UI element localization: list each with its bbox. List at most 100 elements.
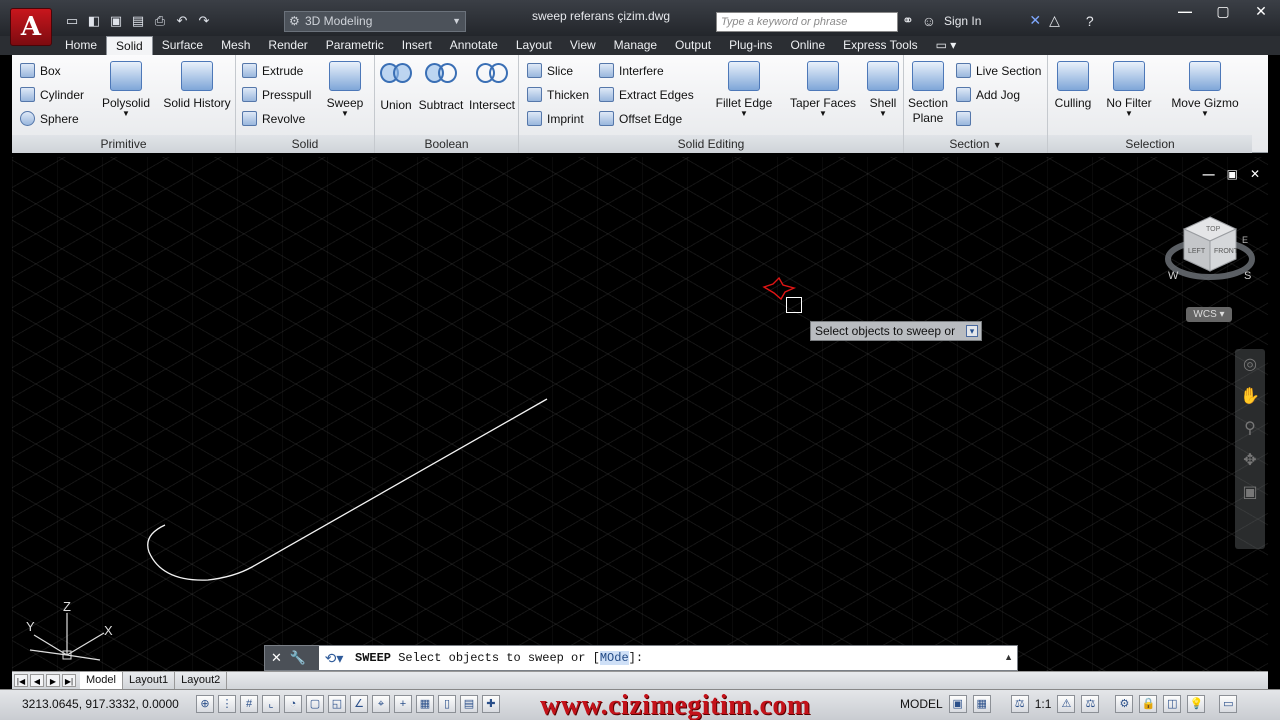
annotation-scale-icon[interactable]: ⚖	[1010, 695, 1029, 713]
grid-icon[interactable]: #	[240, 695, 258, 713]
first-layout-icon[interactable]: |◀	[14, 674, 28, 687]
polysolid-button[interactable]: Polysolid ▼	[96, 61, 156, 118]
arrow-down-icon[interactable]: ▾	[966, 325, 978, 337]
tab-surface[interactable]: Surface	[153, 36, 212, 55]
next-layout-icon[interactable]: ▶	[46, 674, 60, 687]
pan-icon[interactable]: ✋	[1235, 381, 1265, 413]
command-prompt[interactable]: SWEEP Select objects to sweep or [MOde]:	[355, 646, 643, 670]
wrench-icon[interactable]: 🔧	[290, 650, 306, 666]
taper-faces-button[interactable]: Taper Faces ▼	[785, 61, 861, 118]
tab-plug-ins[interactable]: Plug-ins	[720, 36, 781, 55]
3d-osnap-icon[interactable]: ◱	[328, 695, 346, 713]
coordinates-readout[interactable]: 3213.0645, 917.3332, 0.0000	[22, 697, 179, 711]
zoom-icon[interactable]: ⚲	[1235, 413, 1265, 445]
section-extra-button[interactable]	[956, 111, 971, 126]
extrude-button[interactable]: Extrude	[242, 63, 303, 78]
model-space-label[interactable]: MODEL	[900, 697, 943, 711]
polar-icon[interactable]: ◔	[284, 695, 302, 713]
annotation-scale-value[interactable]: 1:1	[1035, 697, 1052, 711]
quick-view-layouts-icon[interactable]: ▣	[948, 695, 967, 713]
sphere-button[interactable]: Sphere	[20, 111, 79, 126]
union-button[interactable]: Union	[377, 63, 415, 112]
quick-properties-icon[interactable]: ▤	[460, 695, 478, 713]
annotation-visibility-icon[interactable]: ⚠	[1057, 695, 1076, 713]
wcs-menu[interactable]: WCS ▾	[1186, 307, 1232, 322]
thicken-button[interactable]: Thicken	[527, 87, 589, 102]
tab-layout[interactable]: Layout	[507, 36, 561, 55]
undo-icon[interactable]: ↶	[172, 12, 192, 30]
drawing-area[interactable]: — ▣ ✕ Select objects to sweep or ▾ TOP L…	[12, 157, 1268, 671]
sign-in-link[interactable]: Sign In	[944, 14, 981, 28]
recent-commands-icon[interactable]: ⟲▾	[319, 646, 349, 670]
close-button[interactable]: ✕	[1242, 0, 1280, 24]
panel-title-section[interactable]: Section ▼	[904, 135, 1047, 153]
prev-layout-icon[interactable]: ◀	[30, 674, 44, 687]
save-icon[interactable]: ▣	[106, 12, 126, 30]
tab-solid[interactable]: Solid	[106, 36, 153, 55]
tab-home[interactable]: Home	[56, 36, 106, 55]
osnap-icon[interactable]: ▢	[306, 695, 324, 713]
help-icon[interactable]: ?	[1086, 13, 1094, 29]
maximize-button[interactable]: ▢	[1204, 0, 1242, 24]
add-jog-button[interactable]: Add Jog	[956, 87, 1020, 102]
autodesk-icon[interactable]: △	[1049, 12, 1060, 29]
print-icon[interactable]: ⎙	[150, 12, 170, 30]
tab-online[interactable]: Online	[781, 36, 834, 55]
shell-button[interactable]: Shell ▼	[863, 61, 903, 118]
box-button[interactable]: Box	[20, 63, 61, 78]
move-gizmo-button[interactable]: Move Gizmo ▼	[1168, 61, 1242, 118]
cylinder-button[interactable]: Cylinder	[20, 87, 84, 102]
imprint-button[interactable]: Imprint	[527, 111, 584, 126]
intersect-button[interactable]: Intersect	[467, 63, 517, 112]
extract-edges-button[interactable]: Extract Edges	[599, 87, 694, 102]
no-filter-button[interactable]: No Filter ▼	[1102, 61, 1156, 118]
redo-icon[interactable]: ↷	[194, 12, 214, 30]
slice-button[interactable]: Slice	[527, 63, 573, 78]
sweep-button[interactable]: Sweep ▼	[322, 61, 368, 118]
tab-annotate[interactable]: Annotate	[441, 36, 507, 55]
section-plane-button[interactable]: Section Plane	[906, 61, 950, 126]
exchange-icon[interactable]: ✕	[1029, 12, 1041, 29]
snap-icon[interactable]: ⋮	[218, 695, 236, 713]
transparency-icon[interactable]: ▯	[438, 695, 456, 713]
ducs-icon[interactable]: ⌖	[372, 695, 390, 713]
ribbon-toggle-icon[interactable]: ▭ ▾	[927, 36, 966, 55]
viewcube[interactable]: TOP LEFT FRONT W S E	[1164, 209, 1256, 301]
subtract-button[interactable]: Subtract	[417, 63, 465, 112]
binoculars-icon[interactable]: ⚭	[902, 12, 914, 29]
lock-icon[interactable]: 🔒	[1139, 695, 1158, 713]
application-menu-button[interactable]: A	[10, 8, 52, 46]
tab-output[interactable]: Output	[666, 36, 720, 55]
save-as-icon[interactable]: ▤	[128, 12, 148, 30]
tab-insert[interactable]: Insert	[393, 36, 441, 55]
dyn-icon[interactable]: +	[394, 695, 412, 713]
tab-model[interactable]: Model	[80, 672, 123, 689]
tab-layout2[interactable]: Layout2	[175, 672, 228, 689]
otrack-icon[interactable]: ∠	[350, 695, 368, 713]
isolate-objects-icon[interactable]: 💡	[1187, 695, 1206, 713]
revolve-button[interactable]: Revolve	[242, 111, 305, 126]
last-layout-icon[interactable]: ▶|	[62, 674, 76, 687]
workspace-switching-icon[interactable]: ⚙	[1115, 695, 1134, 713]
new-icon[interactable]: ▭	[62, 12, 82, 30]
open-icon[interactable]: ◧	[84, 12, 104, 30]
live-section-button[interactable]: Live Section	[956, 63, 1041, 78]
workspace-select[interactable]: ⚙ 3D Modeling ▼	[284, 11, 466, 32]
presspull-button[interactable]: Presspull	[242, 87, 311, 102]
tab-mesh[interactable]: Mesh	[212, 36, 259, 55]
interfere-button[interactable]: Interfere	[599, 63, 664, 78]
auto-scale-icon[interactable]: ⚖	[1081, 695, 1100, 713]
tab-render[interactable]: Render	[259, 36, 316, 55]
chevron-up-icon[interactable]: ▲	[1004, 652, 1013, 662]
solid-history-button[interactable]: Solid History	[160, 61, 234, 110]
steering-wheel-icon[interactable]: ◎	[1235, 349, 1265, 381]
orbit-icon[interactable]: ✥	[1235, 445, 1265, 477]
tab-layout1[interactable]: Layout1	[123, 672, 176, 689]
lineweight-icon[interactable]: ▦	[416, 695, 434, 713]
showmotion-icon[interactable]: ▣	[1235, 477, 1265, 509]
clean-screen-icon[interactable]: ▭	[1219, 695, 1238, 713]
culling-button[interactable]: Culling	[1050, 61, 1096, 110]
search-input[interactable]: Type a keyword or phrase	[716, 12, 898, 32]
tab-express-tools[interactable]: Express Tools	[834, 36, 926, 55]
tab-view[interactable]: View	[561, 36, 605, 55]
